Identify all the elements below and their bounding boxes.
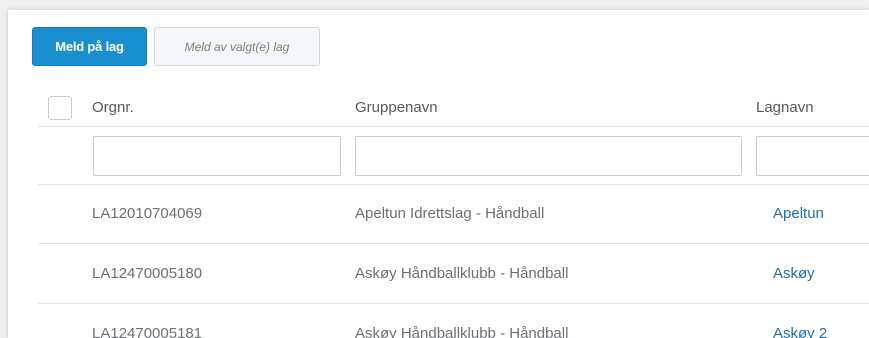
header-divider <box>38 126 869 127</box>
row-divider <box>38 303 869 304</box>
row-1-gruppenavn: Apeltun Idrettslag - Håndball <box>355 205 545 222</box>
unregister-selected-button[interactable]: Meld av valgt(e) lag <box>154 27 320 66</box>
row-2-lagnavn-link[interactable]: Askøy <box>773 265 815 282</box>
lagnavn-filter-input[interactable] <box>756 136 869 176</box>
column-header-orgnr[interactable]: Orgnr. <box>92 99 134 116</box>
row-3-gruppenavn: Askøy Håndballklubb - Håndball <box>355 325 569 338</box>
row-3-orgnr: LA12470005181 <box>92 325 203 338</box>
select-all-checkbox[interactable] <box>48 96 72 120</box>
row-2-gruppenavn: Askøy Håndballklubb - Håndball <box>355 265 569 282</box>
team-registration-panel: Meld på lag Meld av valgt(e) lag Orgnr. … <box>8 10 869 338</box>
column-header-gruppenavn[interactable]: Gruppenavn <box>355 99 438 116</box>
row-3-lagnavn-link[interactable]: Askøy 2 <box>773 325 827 338</box>
row-divider <box>38 184 869 185</box>
gruppenavn-filter-input[interactable] <box>355 136 742 176</box>
row-1-lagnavn-link[interactable]: Apeltun <box>773 205 824 222</box>
register-team-button[interactable]: Meld på lag <box>32 27 147 66</box>
column-header-lagnavn[interactable]: Lagnavn <box>756 99 814 116</box>
row-1-orgnr: LA12010704069 <box>92 205 203 222</box>
orgnr-filter-input[interactable] <box>93 136 341 176</box>
row-2-orgnr: LA12470005180 <box>92 265 203 282</box>
row-divider <box>38 243 869 244</box>
